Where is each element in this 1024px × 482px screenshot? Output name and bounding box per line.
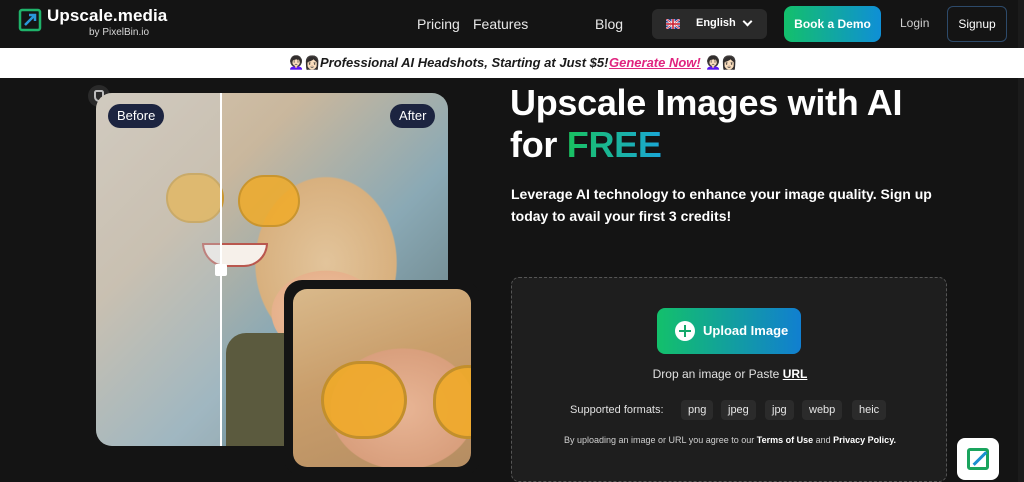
zoomed-lens-left — [321, 361, 407, 439]
nav-features[interactable]: Features — [473, 16, 528, 32]
supported-formats-label: Supported formats: — [570, 404, 664, 416]
upload-image-button[interactable]: Upload Image — [657, 308, 801, 354]
signup-button[interactable]: Signup — [947, 6, 1007, 42]
sunglasses-right-lens — [238, 175, 300, 227]
headshot-emoji-left: 👩🏻‍🦱👩🏻 — [288, 55, 321, 70]
nav-blog[interactable]: Blog — [595, 16, 623, 32]
format-chip-heic: heic — [852, 400, 887, 420]
privacy-policy-link[interactable]: Privacy Policy. — [833, 435, 896, 445]
before-label: Before — [108, 104, 165, 128]
uk-flag-icon — [666, 19, 680, 29]
login-link[interactable]: Login — [900, 16, 929, 30]
comparison-slider-handle[interactable] — [215, 264, 227, 276]
plus-circle-icon — [675, 321, 695, 341]
floating-upscale-icon[interactable] — [957, 438, 999, 480]
terms-and: and — [813, 435, 834, 445]
format-chip-jpeg: jpeg — [721, 400, 756, 420]
promo-text: Professional AI Headshots, Starting at J… — [320, 55, 609, 70]
paste-url-link[interactable]: URL — [783, 367, 808, 381]
language-label: English — [696, 17, 736, 29]
top-nav-bar: Upscale.media by PixelBin.io Pricing Fea… — [0, 0, 1024, 48]
hero-title: Upscale Images with AI for FREE — [510, 82, 903, 166]
zoomed-detail-image — [284, 280, 480, 476]
drop-text: Drop an image or Paste — [652, 367, 783, 381]
hero-title-line1: Upscale Images with AI — [510, 82, 903, 123]
format-chip-webp: webp — [802, 400, 843, 420]
brand-name[interactable]: Upscale.media — [47, 6, 167, 26]
nav-pricing[interactable]: Pricing — [417, 16, 460, 32]
hero-subtitle: Leverage AI technology to enhance your i… — [511, 186, 932, 224]
book-demo-button[interactable]: Book a Demo — [784, 6, 881, 42]
chevron-down-icon — [742, 16, 753, 27]
promo-banner: 👩🏻‍🦱👩🏻 Professional AI Headshots, Starti… — [0, 48, 1024, 78]
headshot-emoji-right: 👩🏻‍🦱👩🏻 — [705, 55, 738, 70]
upload-button-label: Upload Image — [703, 323, 789, 338]
terms-of-use-link[interactable]: Terms of Use — [757, 435, 813, 445]
terms-notice: By uploading an image or URL you agree t… — [512, 435, 948, 445]
after-label: After — [390, 104, 436, 128]
zoomed-lens-right — [433, 365, 471, 439]
upload-dropzone[interactable]: Upload Image Drop an image or Paste URL … — [511, 277, 947, 482]
language-selector[interactable]: English — [652, 9, 767, 39]
hero-title-free: FREE — [566, 124, 662, 165]
format-chip-jpg: jpg — [765, 400, 794, 420]
drop-instructions: Drop an image or Paste URL — [512, 367, 948, 381]
generate-now-link[interactable]: Generate Now! — [609, 55, 701, 70]
hero-title-prefix: for — [510, 124, 567, 165]
format-chip-png: png — [681, 400, 714, 420]
terms-prefix: By uploading an image or URL you agree t… — [563, 435, 757, 445]
upscale-logo-icon[interactable] — [18, 8, 42, 32]
brand-subtitle: by PixelBin.io — [89, 27, 150, 38]
before-overlay — [96, 93, 220, 446]
